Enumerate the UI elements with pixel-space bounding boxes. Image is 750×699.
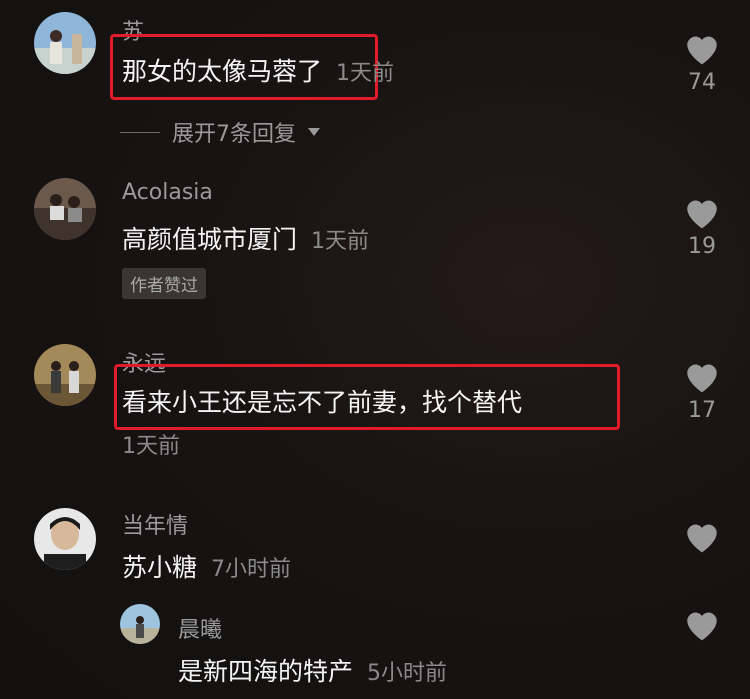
comment-text[interactable]: 那女的太像马蓉了 xyxy=(122,52,322,88)
comment-time: 1天前 xyxy=(311,229,370,254)
avatar[interactable] xyxy=(34,178,96,240)
comment-username[interactable]: Acolasia xyxy=(122,180,213,205)
like-button[interactable] xyxy=(680,518,724,554)
comment-username[interactable]: 当年情 xyxy=(122,508,188,540)
like-button[interactable] xyxy=(680,606,724,642)
comment-text[interactable]: 高颜值城市厦门 xyxy=(122,220,297,256)
expand-replies-label: 展开7条回复 xyxy=(172,122,296,147)
comment-row: 苏小糖 7小时前 xyxy=(122,548,291,584)
heart-icon xyxy=(687,524,717,553)
heart-icon xyxy=(687,36,717,65)
expand-replies[interactable]: 展开7条回复 xyxy=(120,116,320,148)
like-count: 17 xyxy=(688,398,716,423)
avatar[interactable] xyxy=(34,12,96,74)
comment-time: 1天前 xyxy=(122,434,180,459)
comment-text[interactable]: 看来小王还是忘不了前妻，找个替代 xyxy=(122,383,522,419)
reply-row: 是新四海的特产 5小时前 xyxy=(178,652,447,688)
reply-text[interactable]: 是新四海的特产 xyxy=(178,652,353,688)
heart-icon xyxy=(687,200,717,229)
comment-time: 1天前 xyxy=(336,61,395,86)
like-button[interactable]: 17 xyxy=(680,358,724,423)
author-liked-badge: 作者赞过 xyxy=(122,268,206,299)
avatar[interactable] xyxy=(34,344,96,406)
comment-row: 高颜值城市厦门 1天前 xyxy=(122,220,369,256)
heart-icon xyxy=(687,612,717,641)
like-button[interactable]: 19 xyxy=(680,194,724,259)
triangle-down-icon xyxy=(308,128,320,136)
reply-username[interactable]: 晨曦 xyxy=(178,612,222,644)
divider xyxy=(120,131,160,133)
like-count: 74 xyxy=(688,70,716,95)
heart-icon xyxy=(687,364,717,393)
reply-avatar[interactable] xyxy=(120,604,160,644)
like-button[interactable]: 74 xyxy=(680,30,724,95)
reply-time: 5小时前 xyxy=(367,661,448,686)
comment-time: 7小时前 xyxy=(211,557,292,582)
comment-row: 那女的太像马蓉了 1天前 xyxy=(122,52,394,88)
avatar[interactable] xyxy=(34,508,96,570)
like-count: 19 xyxy=(688,234,716,259)
comment-text[interactable]: 苏小糖 xyxy=(122,548,197,584)
